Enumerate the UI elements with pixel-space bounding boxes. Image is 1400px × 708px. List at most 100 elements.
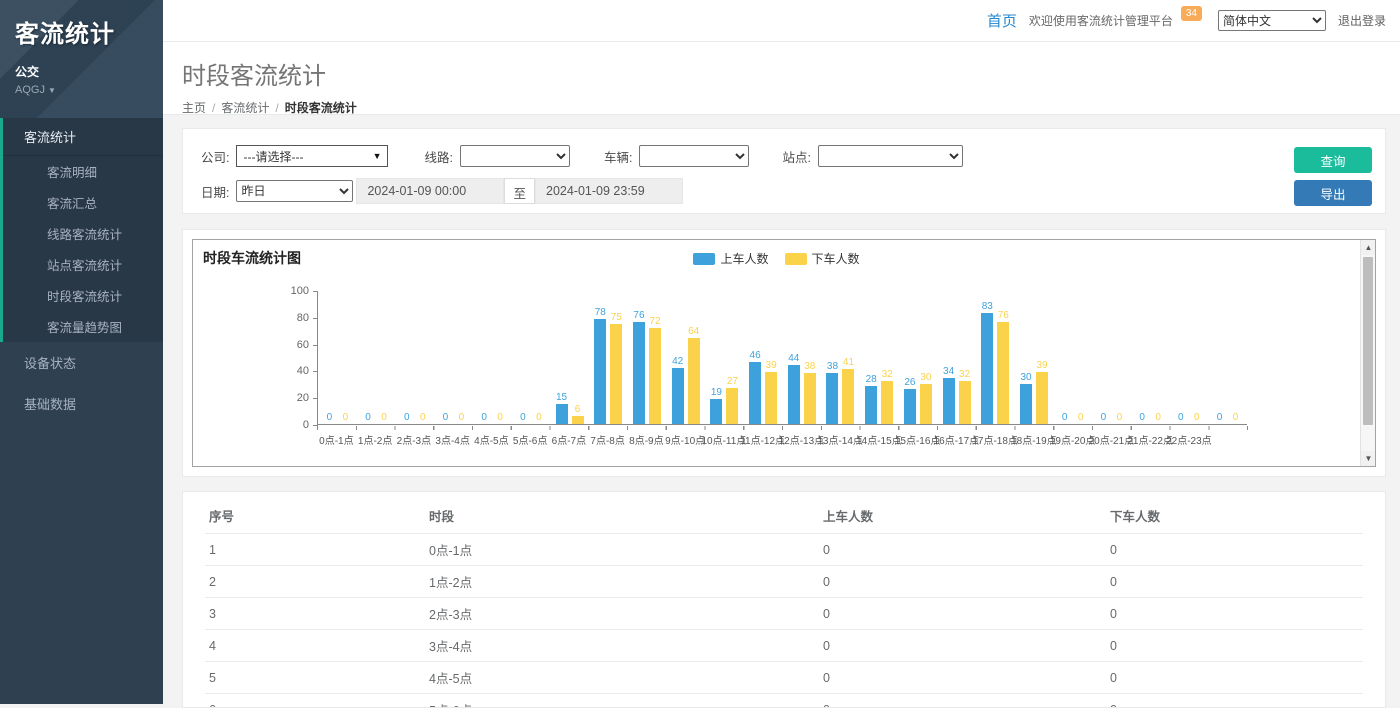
x-axis-label: 18点-19点 xyxy=(1015,432,1054,447)
date-label: 日期: xyxy=(201,182,229,201)
notification-badge: 34 xyxy=(1181,6,1202,21)
bar-value-label: 76 xyxy=(998,310,1009,321)
bar-column: 0 xyxy=(1213,412,1226,424)
query-button[interactable]: 查询 xyxy=(1294,147,1372,173)
bar-value-label: 0 xyxy=(1101,412,1107,423)
x-axis-tickmarks xyxy=(317,426,1248,430)
user-dropdown[interactable]: AQGJ▼ xyxy=(15,84,163,96)
bar-column: 0 xyxy=(478,412,491,424)
sidebar-subitem-4[interactable]: 时段客流统计 xyxy=(3,280,163,311)
language-select[interactable]: 简体中文 xyxy=(1218,10,1326,31)
table-body: 10点-1点0021点-2点0032点-3点0043点-4点0054点-5点00… xyxy=(205,534,1363,708)
bar xyxy=(610,324,622,425)
bar-column: 0 xyxy=(1190,412,1203,424)
bar xyxy=(556,404,568,424)
bar-value-label: 30 xyxy=(1020,372,1031,383)
bar-value-label: 0 xyxy=(381,412,387,423)
bar-column: 32 xyxy=(881,369,894,424)
sidebar-subitem-2[interactable]: 线路客流统计 xyxy=(3,218,163,249)
sidebar-subitem-0[interactable]: 客流明细 xyxy=(3,156,163,187)
sidebar-subitem-1[interactable]: 客流汇总 xyxy=(3,187,163,218)
bar xyxy=(572,416,584,424)
bar-group: 00 xyxy=(512,291,551,424)
content: 公司: ---请选择--- ▼ 线路: 车辆: 站点: 日期: 昨日 至 xyxy=(163,115,1400,708)
x-axis-label: 11点-12点 xyxy=(743,432,782,447)
bar-value-label: 19 xyxy=(711,387,722,398)
bar xyxy=(981,313,993,424)
bar-value-label: 0 xyxy=(459,412,465,423)
sidebar-item-base-data[interactable]: 基础数据 xyxy=(0,383,163,424)
sidebar-subitem-3[interactable]: 站点客流统计 xyxy=(3,249,163,280)
bar-group: 4639 xyxy=(744,291,783,424)
date-preset-select[interactable]: 昨日 xyxy=(236,180,353,202)
date-to-input[interactable] xyxy=(535,178,683,204)
x-axis-label: 2点-3点 xyxy=(395,432,434,447)
breadcrumb-home[interactable]: 主页 xyxy=(182,101,206,115)
bar-column: 64 xyxy=(687,326,700,424)
scrollbar-thumb[interactable] xyxy=(1363,257,1373,425)
station-label: 站点: xyxy=(782,147,810,166)
bar-column: 0 xyxy=(1074,412,1087,424)
bar-group: 8376 xyxy=(976,291,1015,424)
bar-column: 32 xyxy=(958,369,971,424)
x-axis-label: 19点-20点 xyxy=(1053,432,1092,447)
legend-item-0[interactable]: 上车人数 xyxy=(693,250,768,267)
bar-column: 0 xyxy=(362,412,375,424)
bar-column: 0 xyxy=(1097,412,1110,424)
bar xyxy=(943,378,955,424)
table-cell: 3 xyxy=(205,598,425,630)
bar xyxy=(1036,372,1048,424)
bar xyxy=(1020,384,1032,424)
scroll-down-arrow-icon[interactable]: ▼ xyxy=(1361,451,1376,466)
table-cell: 5 xyxy=(205,662,425,694)
org-label: 公交 xyxy=(15,63,163,80)
table-row: 32点-3点00 xyxy=(205,598,1363,630)
x-axis-label xyxy=(1208,432,1247,447)
home-link[interactable]: 首页 xyxy=(987,10,1017,31)
main-area: 首页 欢迎使用客流统计管理平台 34 简体中文 退出登录 时段客流统计 主页/客… xyxy=(163,0,1400,704)
vehicle-select[interactable] xyxy=(639,145,749,167)
sidebar-item-device-status[interactable]: 设备状态 xyxy=(0,342,163,383)
filter-row-2: 日期: 昨日 至 xyxy=(201,178,1385,204)
bar-column: 19 xyxy=(710,387,723,424)
bar-value-label: 0 xyxy=(1155,412,1161,423)
bar-value-label: 0 xyxy=(536,412,542,423)
chart-scrollbar[interactable]: ▲ ▼ xyxy=(1360,240,1375,466)
bar xyxy=(749,362,761,424)
bar-column: 41 xyxy=(842,357,855,424)
bar-group: 4264 xyxy=(666,291,705,424)
table-cell: 0 xyxy=(1106,630,1363,662)
sidebar-item-passenger-stats[interactable]: 客流统计 xyxy=(3,118,163,156)
legend-item-1[interactable]: 下车人数 xyxy=(785,250,860,267)
bar-value-label: 41 xyxy=(843,357,854,368)
bar-value-label: 46 xyxy=(750,350,761,361)
station-select[interactable] xyxy=(818,145,963,167)
bar-column: 0 xyxy=(439,412,452,424)
bar xyxy=(688,338,700,424)
company-select[interactable]: ---请选择--- ▼ xyxy=(236,145,388,167)
date-from-input[interactable] xyxy=(356,178,504,204)
nav-section-passenger-stats: 客流统计 客流明细客流汇总线路客流统计站点客流统计时段客流统计客流量趋势图 xyxy=(0,118,163,342)
bar-group: 2630 xyxy=(899,291,938,424)
bar-value-label: 30 xyxy=(920,372,931,383)
filter-buttons: 查询 导出 xyxy=(1294,147,1372,206)
bar-column: 46 xyxy=(749,350,762,424)
bar-column: 6 xyxy=(571,404,584,424)
logout-link[interactable]: 退出登录 xyxy=(1338,12,1386,29)
bar-column: 34 xyxy=(942,366,955,424)
export-button[interactable]: 导出 xyxy=(1294,180,1372,206)
bar xyxy=(865,386,877,424)
sidebar-subitem-5[interactable]: 客流量趋势图 xyxy=(3,311,163,342)
bar-value-label: 44 xyxy=(788,353,799,364)
line-select[interactable] xyxy=(460,145,570,167)
bar-value-label: 0 xyxy=(1117,412,1123,423)
table-header-cell-3: 下车人数 xyxy=(1106,498,1363,534)
chevron-down-icon: ▼ xyxy=(48,86,56,95)
bar xyxy=(920,384,932,424)
sidebar: 客流统计 公交 AQGJ▼ 客流统计 客流明细客流汇总线路客流统计站点客流统计时… xyxy=(0,0,163,704)
bar-value-label: 39 xyxy=(1036,360,1047,371)
breadcrumb-passenger-stats[interactable]: 客流统计 xyxy=(221,101,269,115)
scroll-up-arrow-icon[interactable]: ▲ xyxy=(1361,240,1376,255)
bar-value-label: 38 xyxy=(804,361,815,372)
bar-value-label: 75 xyxy=(611,312,622,323)
